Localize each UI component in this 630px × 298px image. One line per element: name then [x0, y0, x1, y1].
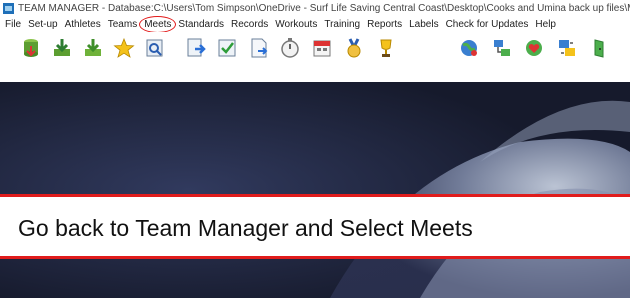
toolbar: [0, 32, 630, 82]
menu-athletes[interactable]: Athletes: [65, 19, 101, 30]
network-icon[interactable]: [491, 37, 513, 59]
app-background: [0, 82, 630, 298]
stopwatch-icon[interactable]: [279, 37, 301, 59]
app-logo-icon: [3, 2, 14, 14]
menu-teams[interactable]: Teams: [108, 19, 137, 30]
globe-heart-icon[interactable]: [523, 37, 545, 59]
menu-labels[interactable]: Labels: [409, 19, 438, 30]
window-title: TEAM MANAGER - Database:C:\Users\Tom Sim…: [18, 2, 630, 14]
transfer-icon[interactable]: [556, 37, 578, 59]
door-exit-icon[interactable]: [588, 37, 610, 59]
import-icon[interactable]: [82, 37, 104, 59]
background-graphic: [0, 82, 630, 298]
globe-icon[interactable]: [458, 37, 480, 59]
download-icon[interactable]: [51, 37, 73, 59]
database-icon[interactable]: [20, 37, 42, 59]
trophy-icon[interactable]: [375, 37, 397, 59]
document-icon[interactable]: [248, 37, 270, 59]
menu-bar: File Set-up Athletes Teams Meets Standar…: [0, 15, 630, 33]
export-icon[interactable]: [185, 37, 207, 59]
instruction-banner: Go back to Team Manager and Select Meets: [0, 194, 630, 259]
menu-training[interactable]: Training: [324, 19, 360, 30]
menu-meets[interactable]: Meets: [139, 15, 177, 33]
menu-help[interactable]: Help: [535, 19, 556, 30]
instruction-text: Go back to Team Manager and Select Meets: [18, 215, 473, 241]
menu-check-updates[interactable]: Check for Updates: [446, 19, 529, 30]
calendar-icon[interactable]: [311, 37, 333, 59]
medal-icon[interactable]: [343, 37, 365, 59]
search-document-icon[interactable]: [144, 37, 166, 59]
menu-records[interactable]: Records: [231, 19, 268, 30]
menu-file[interactable]: File: [5, 19, 21, 30]
menu-workouts[interactable]: Workouts: [275, 19, 317, 30]
menu-standards[interactable]: Standards: [178, 19, 224, 30]
title-bar: TEAM MANAGER - Database:C:\Users\Tom Sim…: [0, 0, 630, 16]
checklist-icon[interactable]: [216, 37, 238, 59]
star-icon[interactable]: [113, 37, 135, 59]
menu-reports[interactable]: Reports: [367, 19, 402, 30]
menu-setup[interactable]: Set-up: [28, 19, 57, 30]
